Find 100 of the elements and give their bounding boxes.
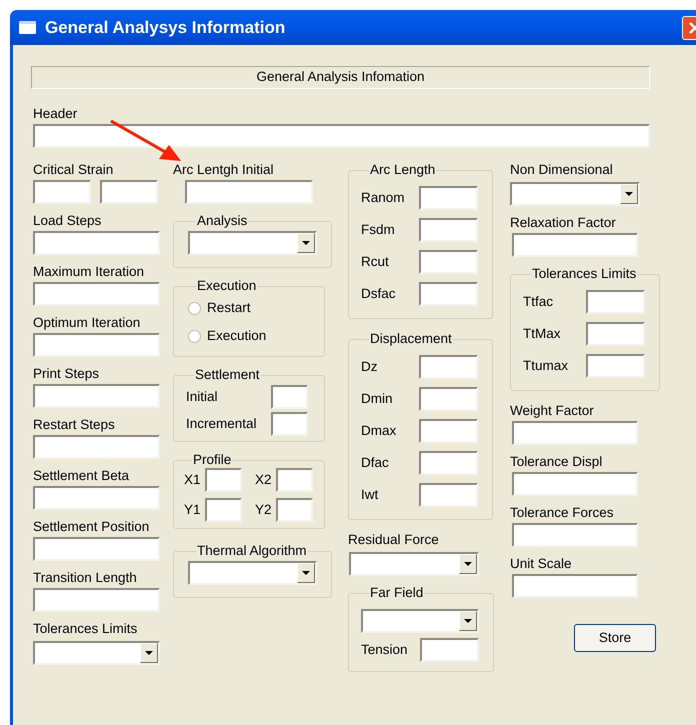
input-field[interactable] bbox=[586, 290, 645, 314]
field-label: Maximum Iteration bbox=[33, 264, 146, 280]
field-label: Dmin bbox=[361, 391, 393, 407]
field-label: X2 bbox=[255, 472, 272, 488]
dropdown-button[interactable] bbox=[140, 643, 158, 663]
section-banner: General Analysis Infomation bbox=[31, 66, 650, 89]
input-field[interactable] bbox=[33, 588, 160, 612]
field-label: Tension bbox=[361, 642, 408, 658]
input-field[interactable] bbox=[419, 250, 478, 274]
field-label: Residual Force bbox=[348, 532, 440, 548]
caret-icon bbox=[625, 192, 633, 196]
group-title: Execution bbox=[196, 278, 258, 294]
field-label: Ranom bbox=[361, 190, 405, 206]
caret-icon bbox=[145, 651, 153, 655]
dropdown-button[interactable] bbox=[459, 611, 477, 631]
field-label: Header bbox=[33, 106, 78, 122]
field-label: Ttumax bbox=[523, 358, 568, 374]
dropdown-button[interactable] bbox=[620, 184, 638, 204]
group-title: Tolerances Limits bbox=[531, 266, 638, 282]
dropdown-button[interactable] bbox=[297, 233, 315, 253]
field-label: Tolerances Limits bbox=[33, 621, 138, 637]
field-label: Unit Scale bbox=[510, 556, 573, 572]
group-title: Thermal Algorithm bbox=[196, 543, 308, 559]
input-field[interactable] bbox=[419, 483, 478, 507]
field-label: X1 bbox=[184, 472, 201, 488]
field-label: Transition Length bbox=[33, 570, 138, 586]
field-label: Dz bbox=[361, 359, 378, 375]
group-title: Arc Length bbox=[369, 162, 436, 178]
input-field[interactable] bbox=[276, 468, 313, 492]
input-field[interactable] bbox=[100, 180, 158, 204]
window-icon bbox=[19, 21, 36, 34]
field-label: Critical Strain bbox=[33, 162, 114, 178]
field-label: Rcut bbox=[361, 254, 389, 270]
store-button[interactable]: Store bbox=[574, 624, 656, 652]
radio-button[interactable] bbox=[188, 330, 201, 342]
input-field[interactable] bbox=[33, 124, 650, 148]
input-field[interactable] bbox=[204, 468, 242, 492]
input-field[interactable] bbox=[419, 419, 478, 443]
input-field[interactable] bbox=[419, 282, 478, 306]
field-label: Dmax bbox=[361, 423, 396, 439]
input-field[interactable] bbox=[512, 233, 638, 257]
input-field[interactable] bbox=[33, 384, 160, 408]
input-field[interactable] bbox=[512, 523, 638, 547]
caret-icon bbox=[464, 619, 472, 623]
input-field[interactable] bbox=[276, 498, 313, 522]
input-field[interactable] bbox=[271, 384, 308, 408]
input-field[interactable] bbox=[419, 451, 478, 475]
group-title: Far Field bbox=[369, 585, 424, 601]
radio-button[interactable] bbox=[188, 302, 201, 314]
input-field[interactable] bbox=[33, 231, 160, 255]
group-title: Settlement bbox=[194, 367, 261, 383]
dropdown-button[interactable] bbox=[297, 563, 315, 583]
field-label: Incremental bbox=[186, 416, 257, 432]
group-title: Analysis bbox=[196, 213, 248, 229]
radio-label: Execution bbox=[207, 326, 266, 345]
field-label: Y1 bbox=[184, 502, 201, 518]
field-label: Weight Factor bbox=[510, 403, 595, 419]
input-field[interactable] bbox=[419, 387, 478, 411]
input-field[interactable] bbox=[586, 354, 645, 378]
field-label: Dfac bbox=[361, 455, 389, 471]
field-label: Non Dimensional bbox=[510, 162, 614, 178]
field-label: Fsdm bbox=[361, 222, 395, 238]
input-field[interactable] bbox=[33, 435, 160, 459]
input-field[interactable] bbox=[33, 486, 160, 510]
input-field[interactable] bbox=[512, 472, 638, 496]
field-label: Dsfac bbox=[361, 286, 396, 302]
window-title: General Analysys Information bbox=[45, 16, 286, 39]
group-title: Displacement bbox=[369, 331, 453, 347]
field-label: Initial bbox=[186, 388, 218, 404]
field-label: Tolerance Displ bbox=[510, 454, 604, 470]
group-title: Profile bbox=[192, 452, 232, 468]
input-field[interactable] bbox=[419, 218, 478, 242]
caret-icon bbox=[302, 571, 310, 575]
field-label: TtMax bbox=[523, 326, 561, 342]
input-field[interactable] bbox=[419, 355, 478, 379]
input-field[interactable] bbox=[512, 574, 638, 598]
input-field[interactable] bbox=[512, 421, 638, 445]
field-label: Settlement Beta bbox=[33, 468, 130, 484]
input-field[interactable] bbox=[33, 537, 160, 561]
caret-icon bbox=[302, 241, 310, 245]
input-field[interactable] bbox=[271, 412, 308, 436]
input-field[interactable] bbox=[33, 282, 160, 306]
radio-label: Restart bbox=[207, 298, 251, 317]
field-label: Tolerance Forces bbox=[510, 505, 615, 521]
field-label: Restart Steps bbox=[33, 417, 116, 433]
input-field[interactable] bbox=[204, 498, 242, 522]
input-field[interactable] bbox=[185, 180, 313, 204]
input-field[interactable] bbox=[33, 180, 91, 204]
input-field[interactable] bbox=[33, 333, 160, 357]
field-label: Y2 bbox=[255, 502, 272, 518]
field-label: Ttfac bbox=[523, 294, 554, 310]
input-field[interactable] bbox=[586, 322, 645, 346]
caret-icon bbox=[464, 562, 472, 566]
field-label: Load Steps bbox=[33, 213, 102, 229]
input-field[interactable] bbox=[420, 638, 479, 662]
input-field[interactable] bbox=[419, 186, 478, 210]
field-label: Print Steps bbox=[33, 366, 100, 382]
field-label: Relaxation Factor bbox=[510, 215, 617, 231]
dropdown-button[interactable] bbox=[459, 554, 477, 574]
field-label: Iwt bbox=[361, 487, 378, 503]
